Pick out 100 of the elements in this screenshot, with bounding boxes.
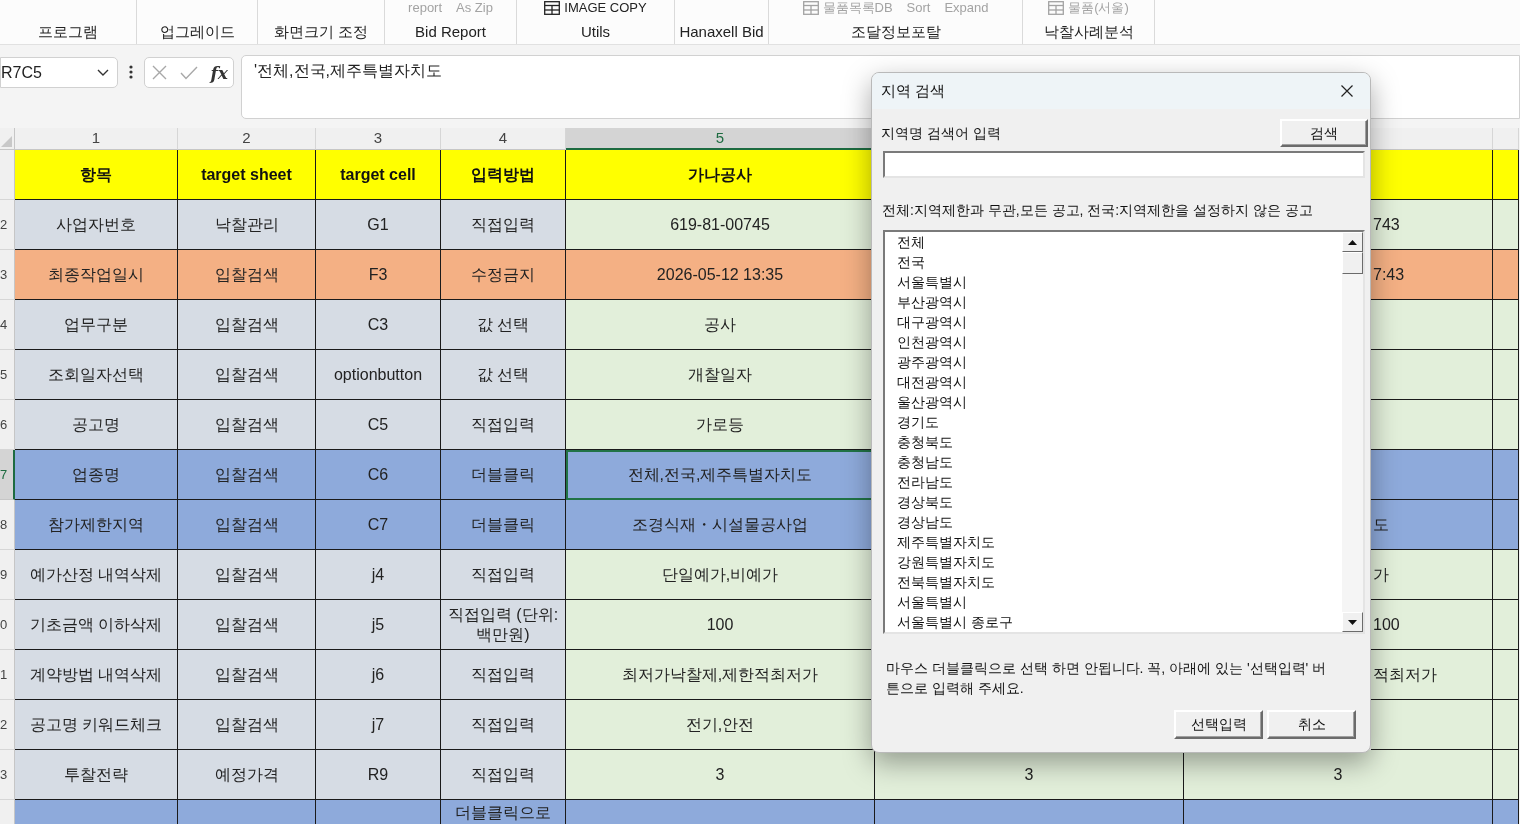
table-cell[interactable]: 직접입력 (441, 200, 566, 250)
table-cell[interactable]: 입찰검색 (178, 700, 316, 750)
table-cell[interactable] (1493, 400, 1519, 450)
table-cell[interactable]: 수정금지 (441, 250, 566, 300)
table-cell[interactable]: C6 (316, 450, 441, 500)
table-cell[interactable]: 가 (1371, 550, 1493, 600)
table-cell[interactable]: 참가제한지역 (15, 500, 178, 550)
ribbon-button[interactable]: IMAGE COPY (544, 0, 647, 15)
table-cell[interactable]: 공고명 (15, 400, 178, 450)
table-cell[interactable]: 직접입력 (441, 400, 566, 450)
table-cell[interactable]: 3 (566, 750, 875, 800)
table-cell[interactable]: j7 (316, 700, 441, 750)
row-header[interactable]: 1 (0, 650, 15, 700)
scroll-thumb[interactable] (1342, 252, 1363, 274)
list-item[interactable]: 충청남도 (885, 452, 1342, 472)
row-header[interactable]: 8 (0, 500, 15, 550)
table-cell[interactable] (1493, 550, 1519, 600)
list-item[interactable]: 제주특별자치도 (885, 532, 1342, 552)
list-item[interactable]: 강원특별자치도 (885, 552, 1342, 572)
table-cell[interactable]: 도 (1371, 500, 1493, 550)
table-cell[interactable]: 공고명 키워드체크 (15, 700, 178, 750)
check-icon[interactable] (179, 65, 198, 80)
table-cell[interactable]: 100 (1371, 600, 1493, 650)
list-item[interactable]: 전국 (885, 252, 1342, 272)
list-item[interactable]: 경상남도 (885, 512, 1342, 532)
list-item[interactable]: 서울특별시 (885, 592, 1342, 612)
table-cell[interactable]: 적최저가 (1371, 650, 1493, 700)
column-header[interactable]: 3 (316, 128, 441, 150)
scroll-down-button[interactable] (1342, 612, 1363, 632)
list-item[interactable]: 경기도 (885, 412, 1342, 432)
table-cell[interactable]: 계약방법 내역삭제 (15, 650, 178, 700)
table-cell[interactable]: C3 (316, 300, 441, 350)
list-item[interactable]: 대구광역시 (885, 312, 1342, 332)
row-header[interactable]: 2 (0, 700, 15, 750)
dialog-button[interactable]: 선택입력 (1174, 710, 1263, 739)
row-header[interactable]: 2 (0, 200, 15, 250)
table-cell[interactable]: C7 (316, 500, 441, 550)
table-cell[interactable]: 최종작업일시 (15, 250, 178, 300)
table-cell[interactable]: 3 (875, 750, 1184, 800)
table-cell[interactable] (1493, 300, 1519, 350)
header-cell[interactable]: 입력방법 (441, 150, 566, 200)
list-item[interactable]: 전라남도 (885, 472, 1342, 492)
table-cell[interactable]: 직접입력 (441, 750, 566, 800)
table-cell[interactable]: C5 (316, 400, 441, 450)
row-header[interactable]: 6 (0, 400, 15, 450)
dialog-button[interactable]: 취소 (1267, 710, 1356, 739)
table-cell[interactable]: 직접입력 (441, 650, 566, 700)
table-cell[interactable]: G1 (316, 200, 441, 250)
list-item[interactable]: 서울특별시 종로구 (885, 612, 1342, 632)
insert-function-button[interactable]: fx (210, 62, 228, 83)
header-cell[interactable]: target sheet (178, 150, 316, 200)
row-header[interactable]: 3 (0, 250, 15, 300)
table-cell[interactable] (1371, 350, 1493, 400)
header-cell[interactable]: target cell (316, 150, 441, 200)
table-cell[interactable]: 예정가격 (178, 750, 316, 800)
table-cell[interactable]: 직접입력 (441, 700, 566, 750)
header-cell[interactable] (1371, 150, 1493, 200)
table-cell[interactable]: 더블클릭 (441, 450, 566, 500)
scrollbar[interactable] (1342, 232, 1363, 632)
table-cell[interactable]: 더블클릭으로 (441, 800, 566, 824)
table-cell[interactable]: 조회일자선택 (15, 350, 178, 400)
table-cell[interactable]: 7:43 (1371, 250, 1493, 300)
table-cell[interactable]: 값 선택 (441, 300, 566, 350)
table-cell[interactable]: 입찰검색 (178, 650, 316, 700)
row-header[interactable]: 5 (0, 350, 15, 400)
column-header[interactable]: 1 (15, 128, 178, 150)
list-item[interactable]: 광주광역시 (885, 352, 1342, 372)
table-cell[interactable] (1371, 400, 1493, 450)
table-cell[interactable]: 업무구분 (15, 300, 178, 350)
scroll-up-button[interactable] (1342, 232, 1363, 252)
table-cell[interactable] (1493, 250, 1519, 300)
table-cell[interactable]: 입찰검색 (178, 400, 316, 450)
list-item[interactable]: 인천광역시 (885, 332, 1342, 352)
table-cell[interactable]: 743 (1371, 200, 1493, 250)
table-cell[interactable]: optionbutton (316, 350, 441, 400)
list-item[interactable]: 부산광역시 (885, 292, 1342, 312)
table-cell[interactable] (1371, 700, 1493, 750)
table-cell[interactable] (1493, 200, 1519, 250)
list-item[interactable]: 경상북도 (885, 492, 1342, 512)
more-options-icon[interactable] (129, 65, 133, 79)
table-cell[interactable]: j4 (316, 550, 441, 600)
header-cell[interactable]: 항목 (15, 150, 178, 200)
table-cell[interactable]: 사업자번호 (15, 200, 178, 250)
column-header[interactable]: 2 (178, 128, 316, 150)
list-item[interactable]: 대전광역시 (885, 372, 1342, 392)
search-field[interactable] (883, 151, 1365, 178)
table-cell[interactable] (1493, 350, 1519, 400)
table-cell[interactable]: 업종명 (15, 450, 178, 500)
table-cell[interactable] (1371, 450, 1493, 500)
table-cell[interactable]: 입찰검색 (178, 500, 316, 550)
table-cell[interactable]: 값 선택 (441, 350, 566, 400)
row-header[interactable]: 4 (0, 300, 15, 350)
table-cell[interactable]: F3 (316, 250, 441, 300)
table-cell[interactable]: 입찰검색 (178, 550, 316, 600)
region-list[interactable]: 전체 전국 서울특별시 부산광역시 대구광역시 인천광역시 광주광역시 대전광역시 울산광역시 경기도 충청북도 충청남도 전라남도 경상북도 경상남도 제주특별자치도 강원특별자치도 전북특별자치도 서울특별시 서울특별시 종로구 (883, 230, 1365, 634)
table-cell[interactable] (1493, 600, 1519, 650)
table-cell[interactable]: 입찰검색 (178, 450, 316, 500)
header-cell[interactable] (1493, 150, 1519, 200)
list-item[interactable]: 전체 (885, 232, 1342, 252)
table-cell[interactable]: 입찰검색 (178, 350, 316, 400)
